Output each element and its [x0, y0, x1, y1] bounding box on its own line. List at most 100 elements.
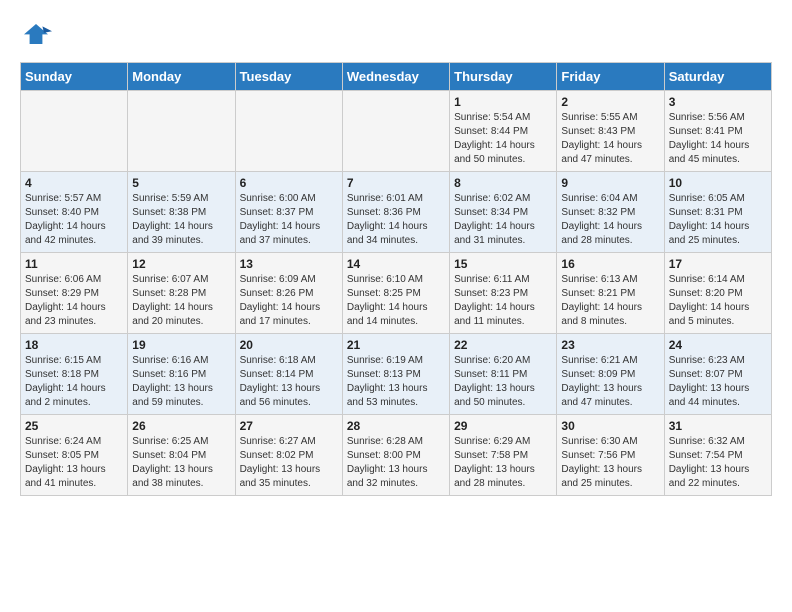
day-info: Sunrise: 6:09 AM Sunset: 8:26 PM Dayligh…	[240, 273, 338, 329]
day-number: 7	[347, 176, 445, 190]
day-cell: 28Sunrise: 6:28 AM Sunset: 8:00 PM Dayli…	[342, 415, 449, 496]
day-cell: 26 Sunrise: 6:25 AM Sunset: 8:04 PM Dayli…	[128, 415, 235, 496]
day-cell: 24 Sunrise: 6:23 AM Sunset: 8:07 PM Dayli…	[664, 334, 771, 415]
day-cell: 15 Sunrise: 6:11 AM Sunset: 8:23 PM Dayli…	[450, 253, 557, 334]
day-cell: 10 Sunrise: 6:05 AM Sunset: 8:31 PM Dayli…	[664, 172, 771, 253]
day-cell: 3 Sunrise: 5:56 AM Sunset: 8:41 PM Daylig…	[664, 91, 771, 172]
day-info: Sunrise: 5:57 AM Sunset: 8:40 PM Dayligh…	[25, 192, 123, 248]
day-info: Sunrise: 6:30 AM Sunset: 7:56 PM Dayligh…	[561, 435, 659, 491]
day-number: 25	[25, 419, 123, 433]
day-cell: 31 Sunrise: 6:32 AM Sunset: 7:54 PM Dayli…	[664, 415, 771, 496]
day-cell: 2 Sunrise: 5:55 AM Sunset: 8:43 PM Daylig…	[557, 91, 664, 172]
day-info: Sunrise: 6:14 AM Sunset: 8:20 PM Dayligh…	[669, 273, 767, 329]
day-cell: 1Sunrise: 5:54 AM Sunset: 8:44 PM Daylig…	[450, 91, 557, 172]
col-header-wednesday: Wednesday	[342, 63, 449, 91]
day-cell: 12 Sunrise: 6:07 AM Sunset: 8:28 PM Dayli…	[128, 253, 235, 334]
day-cell	[128, 91, 235, 172]
day-number: 2	[561, 95, 659, 109]
day-number: 13	[240, 257, 338, 271]
day-number: 17	[669, 257, 767, 271]
day-info: Sunrise: 6:18 AM Sunset: 8:14 PM Dayligh…	[240, 354, 338, 410]
day-number: 27	[240, 419, 338, 433]
day-number: 6	[240, 176, 338, 190]
day-number: 30	[561, 419, 659, 433]
day-info: Sunrise: 6:00 AM Sunset: 8:37 PM Dayligh…	[240, 192, 338, 248]
day-info: Sunrise: 6:32 AM Sunset: 7:54 PM Dayligh…	[669, 435, 767, 491]
day-info: Sunrise: 5:56 AM Sunset: 8:41 PM Dayligh…	[669, 111, 767, 167]
col-header-tuesday: Tuesday	[235, 63, 342, 91]
day-info: Sunrise: 6:15 AM Sunset: 8:18 PM Dayligh…	[25, 354, 123, 410]
day-number: 4	[25, 176, 123, 190]
day-cell: 19 Sunrise: 6:16 AM Sunset: 8:16 PM Dayli…	[128, 334, 235, 415]
day-info: Sunrise: 5:54 AM Sunset: 8:44 PM Dayligh…	[454, 111, 552, 167]
day-info: Sunrise: 6:07 AM Sunset: 8:28 PM Dayligh…	[132, 273, 230, 329]
week-row-3: 11 Sunrise: 6:06 AM Sunset: 8:29 PM Dayli…	[21, 253, 772, 334]
day-cell: 21 Sunrise: 6:19 AM Sunset: 8:13 PM Dayli…	[342, 334, 449, 415]
day-number: 20	[240, 338, 338, 352]
day-info: Sunrise: 6:16 AM Sunset: 8:16 PM Dayligh…	[132, 354, 230, 410]
week-row-5: 25 Sunrise: 6:24 AM Sunset: 8:05 PM Dayli…	[21, 415, 772, 496]
day-number: 23	[561, 338, 659, 352]
day-info: Sunrise: 6:25 AM Sunset: 8:04 PM Dayligh…	[132, 435, 230, 491]
day-number: 26	[132, 419, 230, 433]
day-cell: 11 Sunrise: 6:06 AM Sunset: 8:29 PM Dayli…	[21, 253, 128, 334]
day-number: 11	[25, 257, 123, 271]
day-cell	[235, 91, 342, 172]
day-cell: 17 Sunrise: 6:14 AM Sunset: 8:20 PM Dayli…	[664, 253, 771, 334]
day-number: 3	[669, 95, 767, 109]
day-info: Sunrise: 6:06 AM Sunset: 8:29 PM Dayligh…	[25, 273, 123, 329]
day-info: Sunrise: 5:59 AM Sunset: 8:38 PM Dayligh…	[132, 192, 230, 248]
day-number: 14	[347, 257, 445, 271]
week-row-2: 4 Sunrise: 5:57 AM Sunset: 8:40 PM Daylig…	[21, 172, 772, 253]
day-cell: 18 Sunrise: 6:15 AM Sunset: 8:18 PM Dayli…	[21, 334, 128, 415]
day-cell	[342, 91, 449, 172]
day-number: 16	[561, 257, 659, 271]
day-number: 21	[347, 338, 445, 352]
day-info: Sunrise: 6:11 AM Sunset: 8:23 PM Dayligh…	[454, 273, 552, 329]
day-info: Sunrise: 6:05 AM Sunset: 8:31 PM Dayligh…	[669, 192, 767, 248]
day-cell: 14 Sunrise: 6:10 AM Sunset: 8:25 PM Dayli…	[342, 253, 449, 334]
day-info: Sunrise: 6:19 AM Sunset: 8:13 PM Dayligh…	[347, 354, 445, 410]
col-header-monday: Monday	[128, 63, 235, 91]
day-cell: 22 Sunrise: 6:20 AM Sunset: 8:11 PM Dayli…	[450, 334, 557, 415]
day-number: 31	[669, 419, 767, 433]
day-number: 22	[454, 338, 552, 352]
logo-icon	[20, 20, 52, 52]
day-info: Sunrise: 6:24 AM Sunset: 8:05 PM Dayligh…	[25, 435, 123, 491]
day-info: Sunrise: 6:23 AM Sunset: 8:07 PM Dayligh…	[669, 354, 767, 410]
day-cell: 8Sunrise: 6:02 AM Sunset: 8:34 PM Daylig…	[450, 172, 557, 253]
day-number: 24	[669, 338, 767, 352]
day-number: 29	[454, 419, 552, 433]
day-info: Sunrise: 6:21 AM Sunset: 8:09 PM Dayligh…	[561, 354, 659, 410]
col-header-thursday: Thursday	[450, 63, 557, 91]
day-info: Sunrise: 6:04 AM Sunset: 8:32 PM Dayligh…	[561, 192, 659, 248]
day-number: 10	[669, 176, 767, 190]
header	[20, 20, 772, 52]
day-info: Sunrise: 6:01 AM Sunset: 8:36 PM Dayligh…	[347, 192, 445, 248]
day-number: 18	[25, 338, 123, 352]
day-cell: 27 Sunrise: 6:27 AM Sunset: 8:02 PM Dayli…	[235, 415, 342, 496]
day-cell: 4 Sunrise: 5:57 AM Sunset: 8:40 PM Daylig…	[21, 172, 128, 253]
header-row: SundayMondayTuesdayWednesdayThursdayFrid…	[21, 63, 772, 91]
day-info: Sunrise: 6:27 AM Sunset: 8:02 PM Dayligh…	[240, 435, 338, 491]
day-number: 19	[132, 338, 230, 352]
day-cell: 16Sunrise: 6:13 AM Sunset: 8:21 PM Dayli…	[557, 253, 664, 334]
day-info: Sunrise: 6:28 AM Sunset: 8:00 PM Dayligh…	[347, 435, 445, 491]
day-cell	[21, 91, 128, 172]
col-header-sunday: Sunday	[21, 63, 128, 91]
day-cell: 20 Sunrise: 6:18 AM Sunset: 8:14 PM Dayli…	[235, 334, 342, 415]
col-header-saturday: Saturday	[664, 63, 771, 91]
day-info: Sunrise: 5:55 AM Sunset: 8:43 PM Dayligh…	[561, 111, 659, 167]
col-header-friday: Friday	[557, 63, 664, 91]
day-info: Sunrise: 6:10 AM Sunset: 8:25 PM Dayligh…	[347, 273, 445, 329]
day-number: 12	[132, 257, 230, 271]
day-cell: 13 Sunrise: 6:09 AM Sunset: 8:26 PM Dayli…	[235, 253, 342, 334]
day-cell: 23 Sunrise: 6:21 AM Sunset: 8:09 PM Dayli…	[557, 334, 664, 415]
day-cell: 29Sunrise: 6:29 AM Sunset: 7:58 PM Dayli…	[450, 415, 557, 496]
day-cell: 7 Sunrise: 6:01 AM Sunset: 8:36 PM Daylig…	[342, 172, 449, 253]
week-row-1: 1Sunrise: 5:54 AM Sunset: 8:44 PM Daylig…	[21, 91, 772, 172]
day-cell: 30 Sunrise: 6:30 AM Sunset: 7:56 PM Dayli…	[557, 415, 664, 496]
day-number: 15	[454, 257, 552, 271]
page: SundayMondayTuesdayWednesdayThursdayFrid…	[0, 0, 792, 506]
day-info: Sunrise: 6:20 AM Sunset: 8:11 PM Dayligh…	[454, 354, 552, 410]
